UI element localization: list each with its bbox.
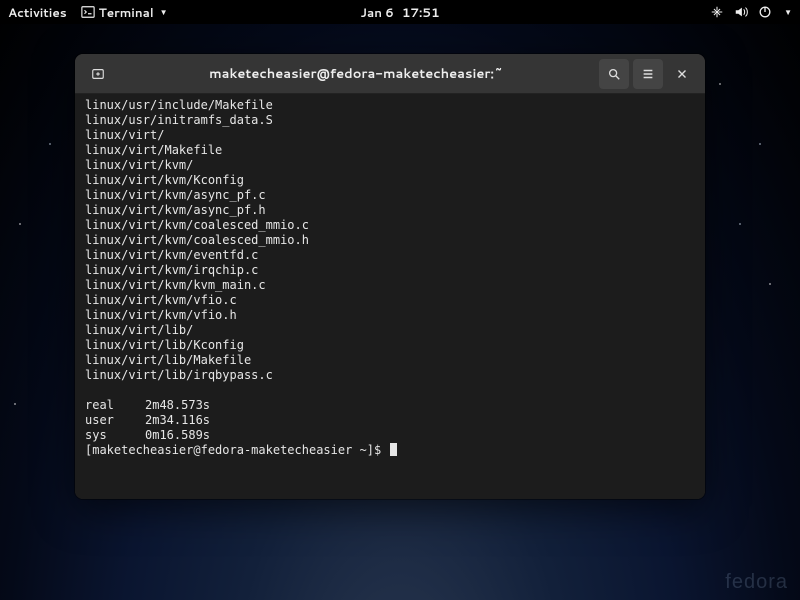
- timing-block: real2m48.573s user2m34.116s sys0m16.589s: [85, 398, 695, 443]
- output-line: linux/virt/kvm/: [85, 158, 695, 173]
- search-button[interactable]: [599, 59, 629, 89]
- power-icon: [758, 5, 772, 19]
- timing-real-value: 2m48.573s: [145, 398, 210, 412]
- output-line: linux/virt/kvm/async_pf.c: [85, 188, 695, 203]
- network-icon: [710, 5, 724, 19]
- terminal-titlebar[interactable]: maketecheasier@fedora-maketecheasier:~: [75, 54, 705, 94]
- system-menu[interactable]: ▼: [710, 5, 792, 19]
- timing-user-label: user: [85, 413, 145, 428]
- chevron-down-icon: ▼: [784, 6, 792, 18]
- output-line: linux/virt/lib/Makefile: [85, 353, 695, 368]
- output-line: linux/virt/Makefile: [85, 143, 695, 158]
- close-icon: [675, 67, 689, 81]
- hamburger-icon: [641, 67, 655, 81]
- timing-sys-value: 0m16.589s: [145, 428, 210, 442]
- output-line: linux/virt/lib/: [85, 323, 695, 338]
- output-line: linux/virt/kvm/coalesced_mmio.h: [85, 233, 695, 248]
- chevron-down-icon: ▼: [160, 6, 168, 18]
- timing-user-value: 2m34.116s: [145, 413, 210, 427]
- output-line: linux/virt/lib/Kconfig: [85, 338, 695, 353]
- output-line: linux/usr/initramfs_data.S: [85, 113, 695, 128]
- new-tab-button[interactable]: [83, 59, 113, 89]
- terminal-output: linux/usr/include/Makefilelinux/usr/init…: [85, 98, 695, 383]
- output-line: linux/virt/lib/irqbypass.c: [85, 368, 695, 383]
- cursor: [390, 443, 397, 456]
- output-line: linux/virt/kvm/irqchip.c: [85, 263, 695, 278]
- prompt-line: [maketecheasier@fedora-maketecheasier ~]…: [85, 443, 695, 458]
- prompt-text: [maketecheasier@fedora-maketecheasier ~]…: [85, 443, 388, 457]
- gnome-topbar: Activities Terminal ▼ Jan 6 17:51 ▼: [0, 0, 800, 24]
- clock[interactable]: Jan 6 17:51: [360, 4, 439, 21]
- volume-icon: [734, 5, 748, 19]
- terminal-window: maketecheasier@fedora-maketecheasier:~ l…: [75, 54, 705, 499]
- output-line: linux/virt/kvm/async_pf.h: [85, 203, 695, 218]
- terminal-icon: [81, 5, 95, 19]
- output-line: linux/virt/kvm/vfio.c: [85, 293, 695, 308]
- output-line: linux/virt/kvm/eventfd.c: [85, 248, 695, 263]
- search-icon: [607, 67, 621, 81]
- new-tab-icon: [91, 67, 105, 81]
- timing-sys-label: sys: [85, 428, 145, 443]
- hamburger-menu-button[interactable]: [633, 59, 663, 89]
- desktop: maketecheasier@fedora-maketecheasier:~ l…: [0, 24, 800, 600]
- app-menu-label: Terminal: [99, 4, 154, 21]
- clock-time: 17:51: [402, 4, 440, 21]
- app-menu[interactable]: Terminal ▼: [81, 4, 168, 21]
- activities-button[interactable]: Activities: [8, 4, 67, 21]
- output-line: linux/virt/: [85, 128, 695, 143]
- timing-real-label: real: [85, 398, 145, 413]
- window-title: maketecheasier@fedora-maketecheasier:~: [115, 65, 597, 83]
- clock-date: Jan 6: [360, 4, 393, 21]
- close-button[interactable]: [667, 59, 697, 89]
- output-line: linux/virt/kvm/coalesced_mmio.c: [85, 218, 695, 233]
- terminal-body[interactable]: linux/usr/include/Makefilelinux/usr/init…: [75, 94, 705, 499]
- fedora-watermark: fedora: [725, 571, 788, 594]
- output-line: linux/virt/kvm/vfio.h: [85, 308, 695, 323]
- output-line: linux/virt/kvm/Kconfig: [85, 173, 695, 188]
- output-line: linux/usr/include/Makefile: [85, 98, 695, 113]
- output-line: linux/virt/kvm/kvm_main.c: [85, 278, 695, 293]
